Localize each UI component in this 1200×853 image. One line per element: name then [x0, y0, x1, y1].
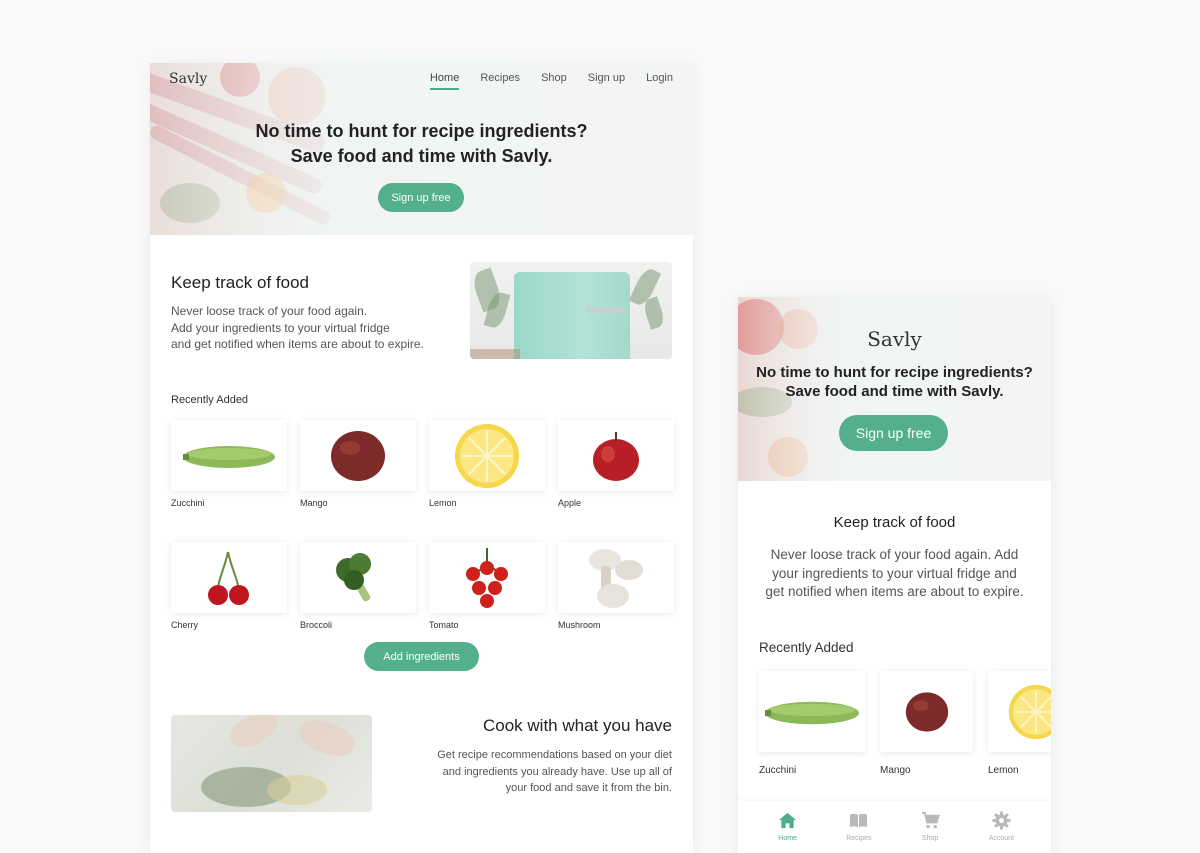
- cooking-image: [171, 715, 372, 812]
- tab-shop-label: Shop: [921, 835, 939, 842]
- nav-home[interactable]: Home: [429, 72, 460, 90]
- cherry-image: [171, 542, 287, 613]
- mobile-hero-title: No time to hunt for recipe ingredients? …: [738, 364, 1051, 401]
- tab-recipes[interactable]: Recipes: [834, 801, 884, 853]
- tomato-image: [429, 542, 545, 613]
- mobile-logo[interactable]: Savly: [738, 327, 1051, 351]
- tab-shop[interactable]: Shop: [905, 801, 955, 853]
- cook-line: your food and save it from the bin.: [505, 782, 672, 794]
- ingredient-label: Zucchini: [171, 498, 205, 508]
- mobile-tab-bar: Home Recipes Shop Account: [738, 801, 1051, 853]
- cart-icon: [921, 811, 940, 829]
- hero-title-line2: Save food and time with Savly.: [290, 146, 553, 166]
- mobile-page: Savly No time to hunt for recipe ingredi…: [738, 297, 1051, 853]
- cook-section: Cook with what you have Get recipe recom…: [412, 716, 672, 797]
- nav-login[interactable]: Login: [646, 72, 673, 90]
- tab-account-label: Account: [988, 835, 1015, 842]
- nav-recipes[interactable]: Recipes: [480, 72, 520, 90]
- mobile-keep-line: get notified when items are about to exp…: [765, 584, 1024, 599]
- recently-added-grid: Zucchini Mango Lemon Apple Cherry Brocco…: [171, 420, 674, 630]
- mobile-hero-title-line2: Save food and time with Savly.: [785, 382, 1004, 400]
- mango-image: [300, 420, 416, 491]
- broccoli-image: [300, 542, 416, 613]
- mobile-hero-banner: Savly No time to hunt for recipe ingredi…: [738, 297, 1051, 481]
- ingredient-label: Zucchini: [759, 765, 797, 776]
- ingredient-label: Mango: [880, 765, 911, 776]
- ingredient-label: Lemon: [429, 498, 457, 508]
- ingredient-card-cherry[interactable]: Cherry: [171, 542, 287, 630]
- nav-sign-up[interactable]: Sign up: [588, 72, 625, 90]
- ingredient-card-apple[interactable]: Apple: [558, 420, 674, 508]
- tab-recipes-label: Recipes: [846, 835, 872, 842]
- logo[interactable]: Savly: [169, 71, 207, 87]
- ingredient-card-broccoli[interactable]: Broccoli: [300, 542, 416, 630]
- cook-description: Get recipe recommendations based on your…: [412, 747, 672, 797]
- mobile-ingredient-card-lemon[interactable]: Lemon: [988, 671, 1051, 776]
- lemon-image: [429, 420, 545, 491]
- mushroom-image: [558, 542, 674, 613]
- keep-track-title: Keep track of food: [171, 273, 309, 292]
- keep-track-line: and get notified when items are about to…: [171, 337, 424, 351]
- mobile-keep-track-section: Keep track of food Never loose track of …: [738, 514, 1051, 602]
- mobile-ingredient-card-zucchini[interactable]: Zucchini: [759, 671, 865, 776]
- zucchini-image: [759, 671, 865, 752]
- mobile-keep-line: Never loose track of your food again. Ad…: [770, 547, 1019, 562]
- mobile-recently-added-row: Zucchini Mango Lemon: [759, 671, 1051, 776]
- tab-account[interactable]: Account: [976, 801, 1026, 853]
- hero-title-line1: No time to hunt for recipe ingredients?: [255, 121, 588, 141]
- keep-track-section: Keep track of food Never loose track of …: [171, 273, 461, 353]
- top-nav: Home Recipes Shop Sign up Login: [429, 72, 673, 90]
- hero-banner: Savly Home Recipes Shop Sign up Login No…: [150, 63, 693, 235]
- mango-image: [880, 671, 973, 752]
- ingredient-card-lemon[interactable]: Lemon: [429, 420, 545, 508]
- ingredient-label: Cherry: [171, 620, 199, 630]
- book-icon: [850, 813, 868, 828]
- cook-title: Cook with what you have: [483, 716, 672, 735]
- home-icon: [779, 812, 797, 829]
- mobile-keep-track-description: Never loose track of your food again. Ad…: [738, 546, 1051, 602]
- nav-shop[interactable]: Shop: [541, 72, 567, 90]
- hero-title: No time to hunt for recipe ingredients? …: [150, 119, 693, 169]
- add-ingredients-button[interactable]: Add ingredients: [364, 642, 479, 671]
- ingredient-card-mango[interactable]: Mango: [300, 420, 416, 508]
- recently-added-label: Recently Added: [171, 394, 249, 406]
- keep-track-line: Add your ingredients to your virtual fri…: [171, 320, 390, 335]
- keep-track-description: Never loose track of your food again. Ad…: [171, 303, 461, 353]
- ingredient-label: Mushroom: [558, 620, 601, 630]
- cook-line: and ingredients you already have. Use up…: [442, 765, 672, 778]
- keep-track-line: Never loose track of your food again.: [171, 304, 368, 318]
- ingredient-label: Broccoli: [300, 620, 333, 630]
- tab-home[interactable]: Home: [763, 801, 813, 853]
- fridge-image: [470, 262, 672, 359]
- ingredient-card-tomato[interactable]: Tomato: [429, 542, 545, 630]
- zucchini-image: [171, 420, 287, 491]
- desktop-page: Savly Home Recipes Shop Sign up Login No…: [150, 63, 693, 853]
- ingredient-label: Tomato: [429, 620, 459, 630]
- cook-line: Get recipe recommendations based on your…: [437, 749, 672, 761]
- mobile-recently-added-label: Recently Added: [759, 640, 854, 655]
- ingredient-card-zucchini[interactable]: Zucchini: [171, 420, 287, 508]
- ingredient-label: Mango: [300, 498, 328, 508]
- mobile-hero-title-line1: No time to hunt for recipe ingredients?: [756, 364, 1033, 381]
- ingredient-label: Apple: [558, 498, 582, 508]
- lemon-image: [988, 671, 1051, 752]
- sign-up-free-button[interactable]: Sign up free: [378, 183, 464, 212]
- mobile-ingredient-card-mango[interactable]: Mango: [880, 671, 973, 776]
- ingredient-label: Lemon: [988, 765, 1019, 776]
- gear-icon: [992, 811, 1011, 830]
- tab-home-label: Home: [778, 835, 797, 842]
- mobile-keep-line: your ingredients to your virtual fridge …: [772, 565, 1017, 581]
- mobile-sign-up-free-button[interactable]: Sign up free: [839, 415, 948, 451]
- mobile-keep-track-title: Keep track of food: [833, 514, 956, 531]
- apple-image: [558, 420, 674, 491]
- ingredient-card-mushroom[interactable]: Mushroom: [558, 542, 674, 630]
